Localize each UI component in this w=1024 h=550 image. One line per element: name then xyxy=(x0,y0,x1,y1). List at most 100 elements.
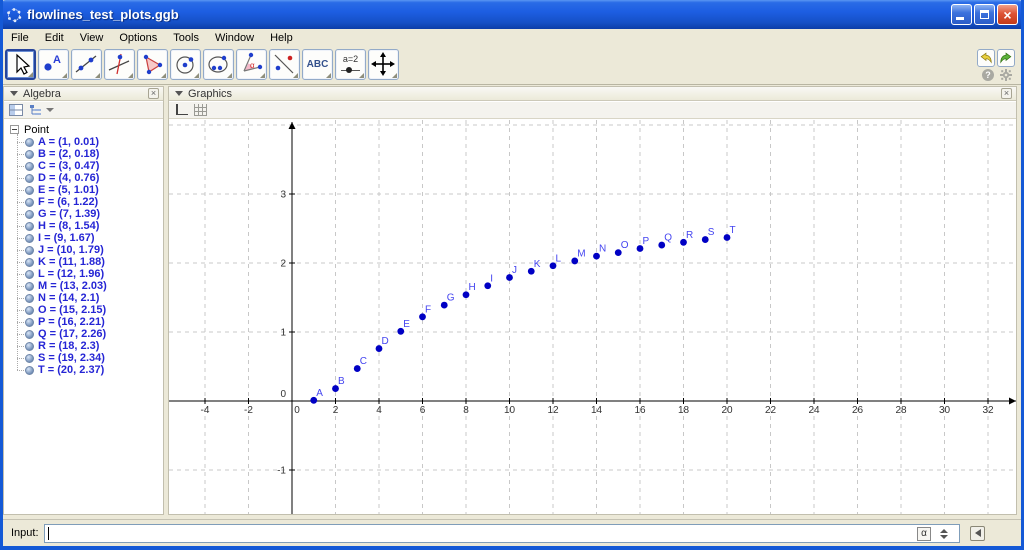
point-M[interactable] xyxy=(571,257,579,265)
algebra-item-F[interactable]: F = (6, 1.22) xyxy=(4,196,163,208)
point-B[interactable] xyxy=(332,385,339,392)
menu-tools[interactable]: Tools xyxy=(165,30,207,46)
point-C[interactable] xyxy=(353,365,361,372)
input-field-wrap[interactable]: α xyxy=(43,523,960,543)
spinner-up-icon[interactable] xyxy=(939,528,948,533)
menu-view[interactable]: View xyxy=(72,30,112,46)
visibility-marble-icon[interactable] xyxy=(25,281,34,291)
tool-dropdown-icon[interactable] xyxy=(293,73,298,78)
point-G[interactable] xyxy=(440,301,448,309)
input-field[interactable] xyxy=(48,524,899,542)
algebra-item-Q[interactable]: Q = (17, 2.26) xyxy=(4,328,163,340)
algebra-item-I[interactable]: I = (9, 1.67) xyxy=(4,232,163,244)
point-P[interactable] xyxy=(636,245,644,252)
algebra-item-R[interactable]: R = (18, 2.3) xyxy=(4,340,163,352)
point-E[interactable] xyxy=(397,327,405,335)
visibility-marble-icon[interactable] xyxy=(25,305,34,315)
menu-window[interactable]: Window xyxy=(207,30,262,46)
visibility-marble-icon[interactable] xyxy=(25,257,34,267)
visibility-marble-icon[interactable] xyxy=(25,185,34,195)
visibility-marble-icon[interactable] xyxy=(25,233,34,243)
point-S[interactable] xyxy=(701,236,709,243)
tool-dropdown-icon[interactable] xyxy=(128,73,133,78)
redo-button[interactable] xyxy=(997,49,1015,67)
tool-line[interactable] xyxy=(71,49,102,80)
titlebar[interactable]: flowlines_test_plots.ggb × xyxy=(3,0,1021,29)
tool-move[interactable] xyxy=(5,49,36,80)
algebra-close-icon[interactable]: × xyxy=(148,88,159,99)
close-button[interactable]: × xyxy=(997,4,1018,25)
sort-objects-icon[interactable] xyxy=(29,104,54,116)
point-T[interactable] xyxy=(723,234,731,241)
grid-icon[interactable] xyxy=(194,104,207,116)
axes-icon[interactable] xyxy=(174,104,188,116)
input-history-spinner[interactable] xyxy=(938,527,949,541)
algebra-item-J[interactable]: J = (10, 1.79) xyxy=(4,244,163,256)
chevron-down-icon[interactable] xyxy=(10,91,18,96)
tool-dropdown-icon[interactable] xyxy=(392,73,397,78)
algebra-item-A[interactable]: A = (1, 0.01) xyxy=(4,136,163,148)
algebra-root-node[interactable]: Point xyxy=(4,123,163,136)
graphics-close-icon[interactable]: × xyxy=(1001,88,1012,99)
maximize-button[interactable] xyxy=(974,4,995,25)
point-N[interactable] xyxy=(593,252,600,260)
tool-dropdown-icon[interactable] xyxy=(161,73,166,78)
tool-dropdown-icon[interactable] xyxy=(326,73,331,78)
tool-polygon[interactable] xyxy=(137,49,168,80)
point-Q[interactable] xyxy=(658,241,666,249)
tool-dropdown-icon[interactable] xyxy=(28,72,33,77)
visibility-marble-icon[interactable] xyxy=(25,353,34,363)
visibility-marble-icon[interactable] xyxy=(25,137,34,147)
tool-text[interactable]: ABC xyxy=(302,49,333,80)
algebra-item-D[interactable]: D = (4, 0.76) xyxy=(4,172,163,184)
visibility-marble-icon[interactable] xyxy=(25,341,34,351)
tool-new-point[interactable]: A xyxy=(38,49,69,80)
auxiliary-objects-icon[interactable] xyxy=(9,104,23,116)
algebra-item-H[interactable]: H = (8, 1.54) xyxy=(4,220,163,232)
visibility-marble-icon[interactable] xyxy=(25,209,34,219)
menu-edit[interactable]: Edit xyxy=(37,30,72,46)
point-R[interactable] xyxy=(680,238,687,246)
algebra-item-L[interactable]: L = (12, 1.96) xyxy=(4,268,163,280)
algebra-item-G[interactable]: G = (7, 1.39) xyxy=(4,208,163,220)
tool-ellipse[interactable] xyxy=(203,49,234,80)
point-H[interactable] xyxy=(462,291,470,299)
point-D[interactable] xyxy=(375,345,383,352)
visibility-marble-icon[interactable] xyxy=(25,161,34,171)
algebra-item-K[interactable]: K = (11, 1.88) xyxy=(4,256,163,268)
tool-slider[interactable]: a=2 xyxy=(335,49,366,80)
algebra-item-M[interactable]: M = (13, 2.03) xyxy=(4,280,163,292)
algebra-item-P[interactable]: P = (16, 2.21) xyxy=(4,316,163,328)
visibility-marble-icon[interactable] xyxy=(25,173,34,183)
minimize-button[interactable] xyxy=(951,4,972,25)
tool-perpendicular-line[interactable] xyxy=(104,49,135,80)
greek-symbols-button[interactable]: α xyxy=(917,526,931,541)
gear-icon[interactable] xyxy=(1000,69,1012,81)
algebra-item-C[interactable]: C = (3, 0.47) xyxy=(4,160,163,172)
tool-dropdown-icon[interactable] xyxy=(227,73,232,78)
visibility-marble-icon[interactable] xyxy=(25,293,34,303)
tool-dropdown-icon[interactable] xyxy=(95,73,100,78)
algebra-item-O[interactable]: O = (15, 2.15) xyxy=(4,304,163,316)
undo-button[interactable] xyxy=(977,49,995,67)
visibility-marble-icon[interactable] xyxy=(25,269,34,279)
chevron-down-icon[interactable] xyxy=(175,91,183,96)
visibility-marble-icon[interactable] xyxy=(25,149,34,159)
point-K[interactable] xyxy=(527,267,535,275)
tool-dropdown-icon[interactable] xyxy=(62,73,67,78)
algebra-header[interactable]: Algebra × xyxy=(4,87,163,101)
tool-circle-center-point[interactable] xyxy=(170,49,201,80)
visibility-marble-icon[interactable] xyxy=(25,365,34,375)
point-A[interactable] xyxy=(310,396,318,404)
algebra-item-S[interactable]: S = (19, 2.34) xyxy=(4,352,163,364)
visibility-marble-icon[interactable] xyxy=(25,197,34,207)
tool-dropdown-icon[interactable] xyxy=(260,73,265,78)
menu-file[interactable]: File xyxy=(3,30,37,46)
visibility-marble-icon[interactable] xyxy=(25,245,34,255)
help-icon[interactable]: ? xyxy=(982,69,994,81)
algebra-item-N[interactable]: N = (14, 2.1) xyxy=(4,292,163,304)
visibility-marble-icon[interactable] xyxy=(25,221,34,231)
point-I[interactable] xyxy=(484,282,492,290)
graphics-canvas[interactable]: -4 -2 0 2 4 6 8 10 12 14 16 18 20 22 24 26 28 30 32 -1 0 1 2 3 A… xyxy=(169,120,1016,514)
tool-reflect[interactable] xyxy=(269,49,300,80)
